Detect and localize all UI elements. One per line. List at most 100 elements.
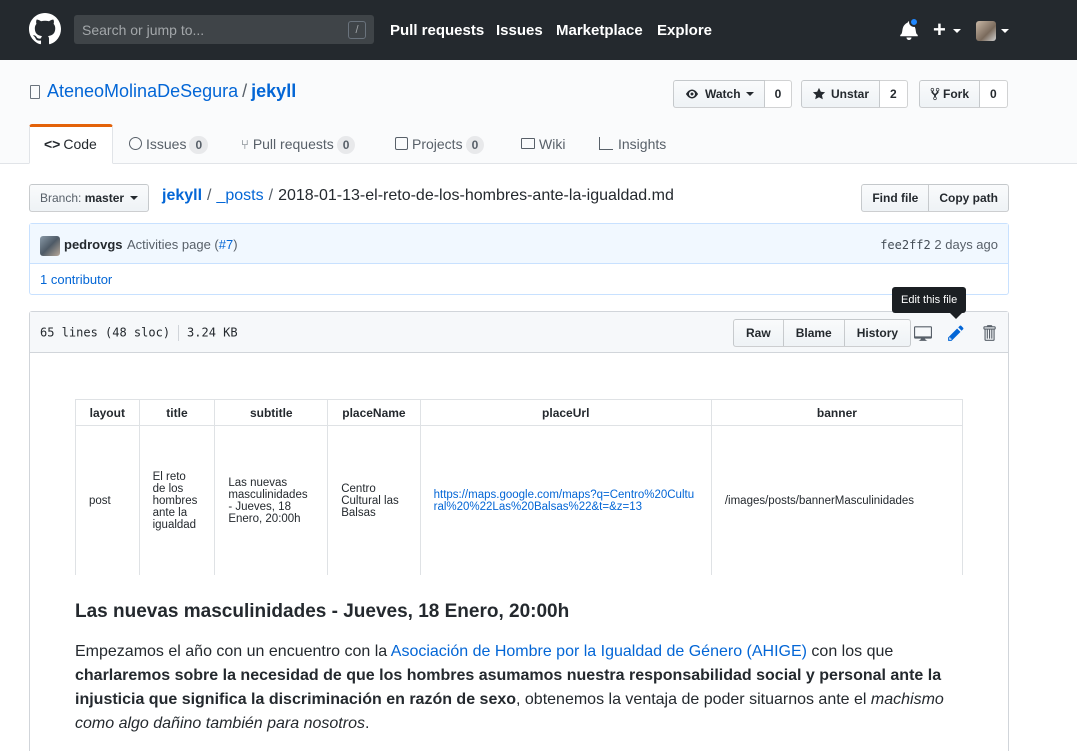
watch-count[interactable]: 0: [764, 80, 793, 108]
search-placeholder: Search or jump to...: [82, 22, 205, 38]
table-header-cell: layout: [75, 399, 140, 426]
github-logo-icon[interactable]: [29, 13, 61, 45]
fork-button[interactable]: Fork: [919, 80, 981, 108]
fork-count[interactable]: 0: [980, 80, 1008, 108]
tab-projects-label: Projects: [412, 136, 463, 152]
file-nav-buttons: Find file Copy path: [861, 184, 1009, 212]
user-avatar[interactable]: [976, 21, 996, 41]
star-count[interactable]: 2: [880, 80, 908, 108]
breadcrumb-dir-link[interactable]: _posts: [216, 187, 263, 204]
book-icon: [521, 138, 535, 149]
commit-time: 2 days ago: [934, 237, 998, 252]
commit-message[interactable]: Activities page (#7): [127, 237, 238, 252]
find-file-button[interactable]: Find file: [861, 184, 930, 212]
front-matter-table: layout title subtitle placeName placeUrl…: [75, 399, 963, 575]
breadcrumb-root-link[interactable]: jekyll: [162, 187, 202, 204]
tab-pull-requests[interactable]: ⑂ Pull requests 0: [241, 124, 356, 164]
star-icon: [812, 87, 826, 100]
code-icon: <>: [44, 136, 61, 152]
desktop-icon[interactable]: [914, 324, 932, 342]
commit-tease-header: pedrovgs Activities page (#7) fee2ff2 2 …: [30, 224, 1008, 264]
table-cell: Las nuevas masculinidades - Jueves, 18 E…: [214, 425, 329, 575]
tab-issues-label: Issues: [146, 136, 187, 152]
tab-projects[interactable]: Projects 0: [395, 124, 485, 164]
global-header: Search or jump to... / Pull requests Iss…: [0, 0, 1077, 60]
file-info-divider: [178, 325, 180, 341]
breadcrumb: jekyll / _posts/2018-01-13-el-reto-de-los-…: [162, 187, 674, 205]
issue-icon: [129, 137, 142, 150]
repo-title: AteneoMolinaDeSegura / jekyll: [47, 81, 296, 102]
watch-label: Watch: [705, 87, 741, 101]
commit-author-link[interactable]: pedrovgs: [64, 237, 123, 252]
nav-marketplace[interactable]: Marketplace: [556, 22, 643, 39]
contributors-link[interactable]: 1 contributor: [40, 272, 112, 287]
tab-pull-requests-count: 0: [336, 136, 356, 154]
commit-pr-link[interactable]: #7: [219, 237, 233, 252]
file-lines: 65 lines (48 sloc): [40, 325, 171, 340]
table-header-cell: placeName: [327, 399, 421, 426]
branch-prefix: Branch:: [40, 191, 82, 205]
file-header: 65 lines (48 sloc) 3.24 KB Raw Blame Hist…: [30, 312, 1008, 353]
table-header-cell: subtitle: [214, 399, 329, 426]
breadcrumb-file-name: 2018-01-13-el-reto-de-los-hombres-ante-l…: [278, 187, 674, 204]
blame-button[interactable]: Blame: [783, 319, 845, 347]
content-paragraph: Empezamos el año con un encuentro con la…: [75, 643, 944, 732]
create-new-icon[interactable]: +: [933, 17, 946, 43]
project-icon: [395, 137, 408, 150]
pencil-edit-icon[interactable]: [947, 324, 965, 342]
edit-file-tooltip: Edit this file: [892, 287, 967, 313]
table-cell: /images/posts/bannerMasculinidades: [710, 425, 963, 575]
breadcrumb-separator: /: [207, 187, 212, 204]
table-cell: post: [75, 425, 140, 575]
tab-projects-count: 0: [465, 136, 485, 154]
branch-name: master: [84, 191, 125, 205]
tab-insights-label: Insights: [618, 136, 667, 152]
unstar-label: Unstar: [830, 87, 869, 101]
pull-request-icon: ⑂: [241, 137, 249, 152]
file-info: 65 lines (48 sloc) 3.24 KB: [40, 325, 238, 341]
watch-button-group: Watch 0: [673, 80, 793, 108]
nav-pull-requests[interactable]: Pull requests: [390, 22, 484, 39]
eye-icon: [686, 89, 698, 99]
front-matter-table-wrapper[interactable]: layout title subtitle placeName placeUrl…: [75, 399, 963, 575]
star-button-group: Unstar 2: [801, 80, 908, 108]
table-cell: El reto de los hombres ante la igualdad: [138, 425, 216, 575]
history-button[interactable]: History: [844, 319, 912, 347]
copy-path-button[interactable]: Copy path: [929, 184, 1009, 212]
nav-explore[interactable]: Explore: [657, 22, 712, 39]
tab-code[interactable]: <> Code: [29, 124, 113, 164]
create-dropdown-caret-icon: [953, 29, 961, 33]
search-shortcut-key: /: [348, 21, 366, 39]
table-header-cell: banner: [710, 399, 963, 426]
tab-wiki[interactable]: Wiki: [521, 124, 565, 164]
unstar-button[interactable]: Unstar: [801, 80, 880, 108]
repo-owner-link[interactable]: AteneoMolinaDeSegura: [47, 81, 238, 101]
fork-button-group: Fork 0: [919, 80, 1008, 108]
ahige-link[interactable]: Asociación de Hombre por la Igualdad de …: [391, 643, 807, 660]
tab-issues[interactable]: Issues 0: [129, 124, 209, 164]
file-action-buttons: Raw Blame History: [733, 319, 912, 347]
repo-name-link[interactable]: jekyll: [251, 81, 296, 101]
nav-issues[interactable]: Issues: [496, 22, 543, 39]
place-url-link[interactable]: https://maps.google.com/maps?q=Centro%20…: [434, 489, 695, 513]
table-header-cell: placeUrl: [419, 399, 712, 426]
commit-author-avatar[interactable]: [40, 236, 60, 256]
trash-delete-icon[interactable]: [980, 324, 998, 342]
table-row: post El reto de los hombres ante la igua…: [75, 425, 963, 575]
repo-icon: [30, 85, 40, 99]
repo-title-separator: /: [242, 81, 248, 101]
fork-icon: [930, 87, 940, 101]
commit-sha-link[interactable]: fee2ff2: [880, 238, 931, 252]
fork-label: Fork: [943, 87, 970, 101]
tab-insights[interactable]: Insights: [599, 124, 666, 164]
raw-button[interactable]: Raw: [733, 319, 784, 347]
tab-code-label: Code: [63, 136, 97, 152]
branch-caret-icon: [130, 196, 139, 200]
search-input[interactable]: Search or jump to... /: [74, 15, 374, 44]
tab-pull-requests-label: Pull requests: [252, 136, 334, 152]
commit-tease: pedrovgs Activities page (#7) fee2ff2 2 …: [29, 223, 1009, 295]
branch-select-button[interactable]: Branch: master: [29, 184, 150, 212]
graph-icon: [599, 137, 613, 150]
watch-button[interactable]: Watch: [673, 80, 765, 108]
user-dropdown-caret-icon: [1001, 29, 1009, 33]
